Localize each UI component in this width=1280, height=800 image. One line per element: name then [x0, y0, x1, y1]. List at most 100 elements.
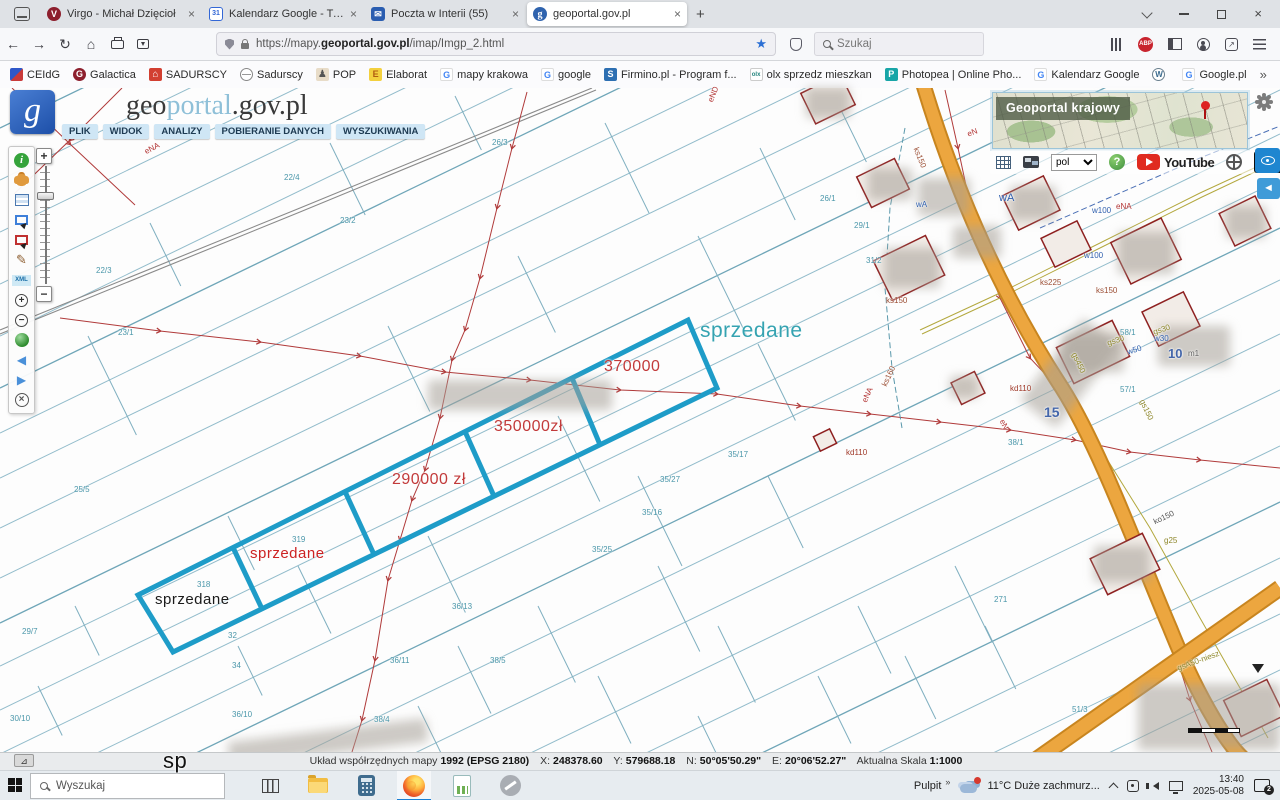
- print-icon[interactable]: [104, 40, 130, 49]
- task-view-taskbar-button[interactable]: [253, 771, 287, 800]
- tray-app-icon[interactable]: [1127, 780, 1139, 792]
- minimap-icon[interactable]: [1023, 156, 1039, 168]
- visibility-button[interactable]: [1255, 148, 1280, 173]
- bookmark-ceidg[interactable]: CEIdG: [10, 68, 60, 81]
- bookmark-google[interactable]: google: [541, 68, 591, 81]
- bookmark-olx[interactable]: olx sprzedz mieszkan: [750, 68, 872, 81]
- export-icon[interactable]: ⊿: [14, 754, 34, 767]
- weather-text[interactable]: 11°C Duże zachmurz...: [987, 780, 1099, 792]
- tab-3[interactable]: Poczta w Interii (55)×: [365, 2, 525, 26]
- select-red-tool[interactable]: [9, 230, 34, 250]
- pan-tool[interactable]: [9, 170, 34, 190]
- next-view-tool[interactable]: [9, 370, 34, 390]
- bookmark-pop[interactable]: POP: [316, 68, 356, 81]
- zoom-slider[interactable]: + −: [36, 148, 54, 302]
- forward-icon[interactable]: →: [26, 36, 52, 52]
- zoom-track[interactable]: [40, 166, 50, 284]
- quick-search-box[interactable]: Szukaj: [814, 32, 984, 56]
- notification-icon[interactable]: 2: [1254, 779, 1270, 792]
- clock[interactable]: 13:402025-05-08: [1193, 774, 1244, 798]
- tab-4[interactable]: geoportal.gov.pl×: [527, 2, 687, 26]
- tab-list-chevron-icon[interactable]: [1142, 7, 1153, 18]
- firefox-view-icon[interactable]: [14, 7, 30, 21]
- tab-2[interactable]: Kalendarz Google - Tydzień, w …×: [203, 2, 363, 26]
- bookmark-elaborat[interactable]: Elaborat: [369, 68, 427, 81]
- menu-widok[interactable]: WIDOK: [103, 124, 150, 139]
- paint-taskbar-button[interactable]: [493, 771, 527, 800]
- highlighted-parcels[interactable]: [138, 320, 717, 652]
- menu-plik[interactable]: PLIK: [62, 124, 98, 139]
- tab-close-icon[interactable]: ×: [182, 7, 195, 21]
- map-more-arrow-icon[interactable]: [1252, 664, 1264, 679]
- reload-icon[interactable]: ↻: [52, 36, 78, 53]
- firefox-taskbar-button[interactable]: [397, 771, 431, 800]
- explorer-taskbar-button[interactable]: [301, 771, 335, 800]
- attribute-table-tool[interactable]: [9, 190, 34, 210]
- maximize-icon[interactable]: [1217, 10, 1226, 19]
- language-select[interactable]: pol: [1051, 154, 1097, 171]
- extension-icon[interactable]: [1225, 38, 1238, 51]
- back-icon[interactable]: ←: [0, 36, 26, 52]
- panel-toggle-button[interactable]: ◄: [1257, 178, 1280, 199]
- libre-calc-taskbar-button[interactable]: [445, 771, 479, 800]
- tab-close-icon[interactable]: ×: [506, 7, 519, 21]
- speaker-icon[interactable]: [1149, 782, 1159, 790]
- new-tab-button[interactable]: +: [696, 6, 705, 23]
- bookmark-sadurscy[interactable]: SADURSCY: [149, 68, 227, 81]
- gear-icon[interactable]: [1258, 96, 1270, 108]
- bookmark-google[interactable]: mapy krakowa: [440, 68, 528, 81]
- geoportal-logo[interactable]: g: [10, 90, 55, 134]
- screenshot-icon[interactable]: [130, 39, 156, 49]
- bookmark-firmino[interactable]: Firmino.pl - Program f...: [604, 68, 737, 81]
- tab-close-icon[interactable]: ×: [344, 7, 357, 21]
- select-blue-tool[interactable]: [9, 210, 34, 230]
- tray-expand-chevron-icon[interactable]: [1108, 782, 1118, 792]
- desktop-more-chevron[interactable]: »: [945, 777, 950, 787]
- taskbar-search[interactable]: Wyszukaj: [30, 773, 225, 799]
- account-icon[interactable]: [1197, 38, 1210, 51]
- tracking-shield-icon[interactable]: [225, 39, 234, 50]
- bookmark-photopea[interactable]: Photopea | Online Pho...: [885, 68, 1022, 81]
- menu-pobieranie-danych[interactable]: POBIERANIE DANYCH: [215, 124, 331, 139]
- calculator-taskbar-button[interactable]: [349, 771, 383, 800]
- weather-icon[interactable]: [960, 784, 977, 793]
- zoom-handle[interactable]: [37, 192, 54, 200]
- bookmark-google[interactable]: Kalendarz Google: [1034, 68, 1139, 81]
- full-extent-tool[interactable]: [9, 390, 34, 410]
- adblock-icon[interactable]: ABP: [1138, 37, 1153, 52]
- start-button[interactable]: [0, 771, 30, 800]
- menu-wyszukiwania[interactable]: WYSZUKIWANIA: [336, 124, 425, 139]
- accessibility-wheel-icon[interactable]: [1226, 154, 1242, 170]
- prev-view-tool[interactable]: [9, 350, 34, 370]
- url-bar[interactable]: https://mapy.geoportal.gov.pl/imap/Imgp_…: [216, 32, 776, 56]
- network-display-icon[interactable]: [1169, 781, 1183, 791]
- bookmark-star-icon[interactable]: ★: [755, 36, 767, 52]
- library-icon[interactable]: [1111, 38, 1123, 51]
- close-window-icon[interactable]: ×: [1254, 9, 1262, 19]
- overview-map[interactable]: Geoportal krajowy: [992, 92, 1248, 149]
- desktop-toolbar[interactable]: Pulpit: [914, 780, 942, 792]
- xml-tool[interactable]: [9, 270, 34, 290]
- tab-1[interactable]: Virgo - Michał Dzięcioł×: [41, 2, 201, 26]
- bookmark-wordpress[interactable]: [1152, 68, 1169, 81]
- bookmark-galactica[interactable]: Galactica: [73, 68, 136, 81]
- youtube-link[interactable]: YouTube: [1137, 154, 1214, 170]
- menu-hamburger-icon[interactable]: [1253, 39, 1266, 50]
- info-tool[interactable]: [9, 150, 34, 170]
- zoom-in-tool[interactable]: [9, 290, 34, 310]
- minimize-icon[interactable]: [1179, 13, 1189, 15]
- zoom-out-tool[interactable]: [9, 310, 34, 330]
- home-icon[interactable]: ⌂: [78, 36, 104, 52]
- zoom-out-button[interactable]: −: [36, 286, 52, 302]
- pocket-icon[interactable]: [790, 38, 802, 51]
- globe-tool[interactable]: [9, 330, 34, 350]
- bookmark-globe[interactable]: Sadurscy: [240, 68, 303, 81]
- menu-analizy[interactable]: ANALIZY: [154, 124, 209, 139]
- sidebar-icon[interactable]: [1168, 38, 1182, 50]
- zoom-in-button[interactable]: +: [36, 148, 52, 164]
- layers-grid-icon[interactable]: [996, 156, 1011, 169]
- tab-close-icon[interactable]: ×: [668, 7, 681, 21]
- bookmarks-overflow-chevron[interactable]: »: [1260, 67, 1267, 82]
- measure-tool[interactable]: [9, 250, 34, 270]
- help-icon[interactable]: ?: [1109, 154, 1125, 170]
